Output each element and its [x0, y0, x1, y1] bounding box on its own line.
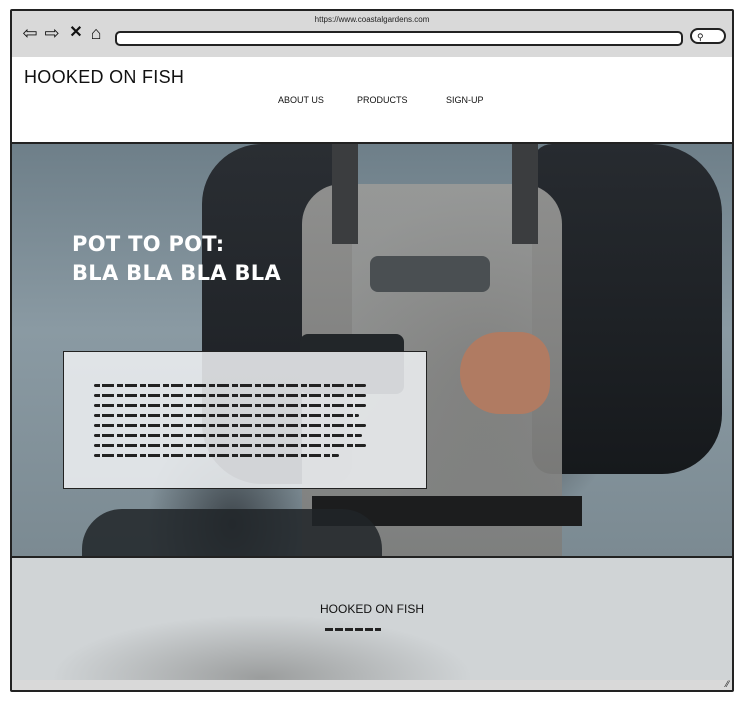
hero-image-patch — [370, 256, 490, 292]
browser-chrome: https://www.coastalgardens.com ⇦ ⇨ ✕ ⌂ ⚲ — [12, 11, 732, 59]
hero-title-line-1: POT TO POT: — [72, 232, 225, 256]
back-arrow-icon[interactable]: ⇦ — [20, 23, 40, 43]
placeholder-text-line — [94, 384, 366, 387]
hero-image-strap — [332, 144, 358, 244]
resize-handle-icon[interactable]: ⁄⁄ — [726, 679, 729, 689]
site-logo[interactable]: HOOKED ON FISH — [24, 67, 184, 88]
status-bar: ⁄⁄ — [12, 679, 732, 690]
search-button[interactable]: ⚲ — [690, 28, 726, 44]
footer-placeholder-text — [325, 628, 381, 631]
hero-section: POT TO POT: BLA BLA BLA BLA — [12, 144, 732, 558]
footer-background-image — [12, 558, 632, 682]
hero-title-line-2: BLA BLA BLA BLA — [72, 261, 281, 285]
hero-image-hand — [460, 332, 550, 414]
url-display: https://www.coastalgardens.com — [314, 15, 430, 24]
hero-title: POT TO POT: BLA BLA BLA BLA — [72, 230, 281, 288]
placeholder-text-line — [94, 404, 366, 407]
forward-arrow-icon[interactable]: ⇨ — [42, 23, 62, 43]
nav-about-us[interactable]: ABOUT US — [278, 95, 324, 105]
nav-sign-up[interactable]: SIGN-UP — [446, 95, 484, 105]
hero-image-net — [82, 509, 382, 558]
site-footer: HOOKED ON FISH — [12, 556, 732, 684]
home-icon[interactable]: ⌂ — [86, 23, 106, 43]
close-icon[interactable]: ✕ — [66, 23, 86, 43]
placeholder-text-line — [94, 444, 366, 447]
placeholder-text-line — [94, 424, 366, 427]
nav-products[interactable]: PRODUCTS — [357, 95, 408, 105]
hero-image-strap — [512, 144, 538, 244]
placeholder-text-line — [94, 394, 366, 397]
site-header: HOOKED ON FISH ABOUT US PRODUCTS SIGN-UP — [12, 57, 732, 144]
placeholder-text-line — [94, 434, 362, 437]
browser-window: https://www.coastalgardens.com ⇦ ⇨ ✕ ⌂ ⚲… — [10, 9, 734, 692]
address-bar[interactable] — [115, 31, 683, 46]
footer-title: HOOKED ON FISH — [319, 602, 424, 616]
search-icon: ⚲ — [697, 32, 704, 42]
placeholder-text-line — [94, 414, 359, 417]
hero-text-card — [63, 351, 427, 489]
placeholder-text-line — [94, 454, 339, 457]
